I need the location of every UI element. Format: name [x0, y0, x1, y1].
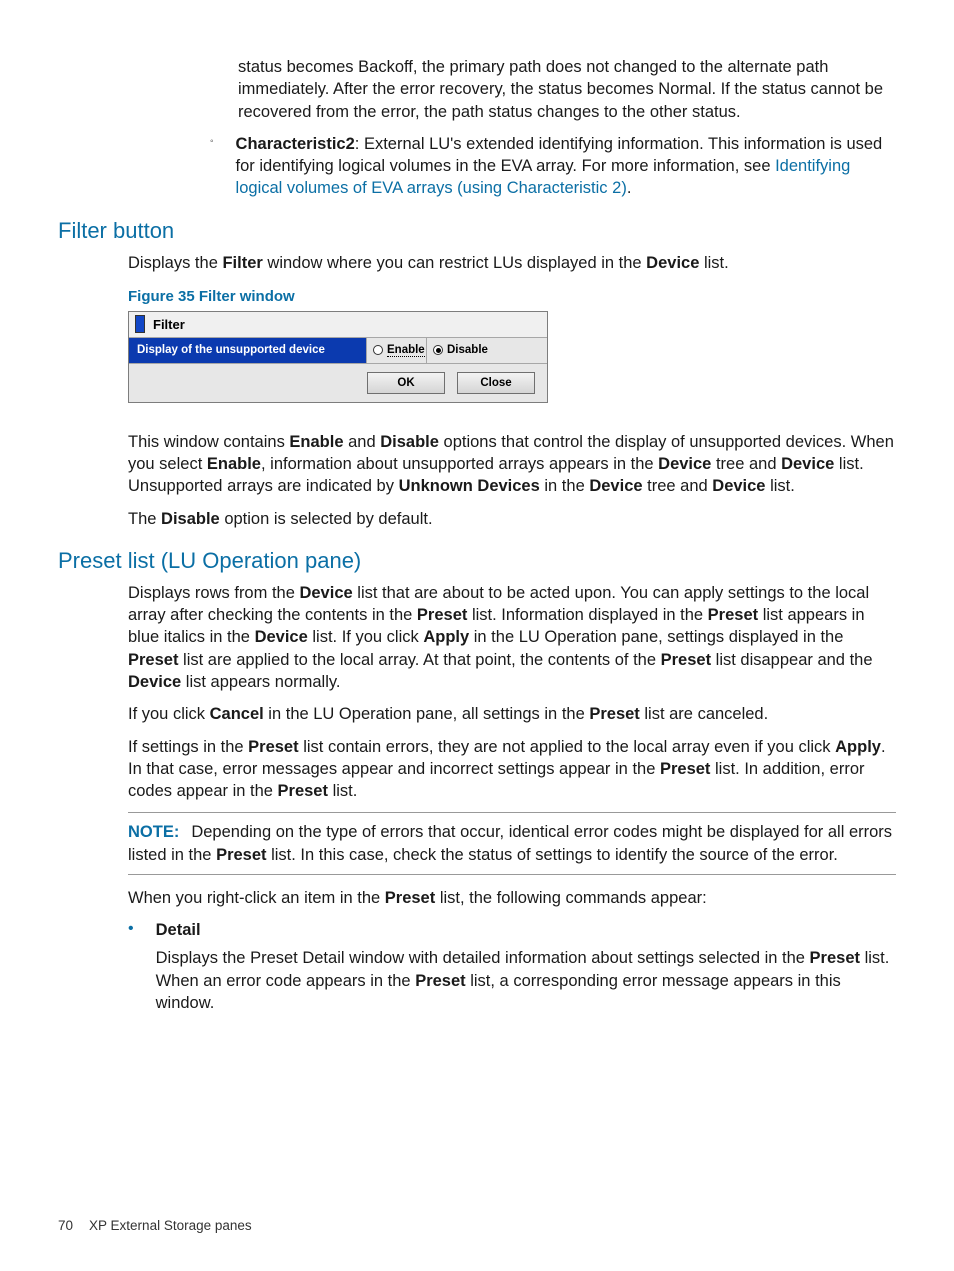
- filter-description: This window contains Enable and Disable …: [128, 431, 896, 498]
- disable-default-note: The Disable option is selected by defaul…: [128, 508, 896, 530]
- detail-label: Detail: [156, 919, 896, 941]
- page-footer: 70 XP External Storage panes: [58, 1218, 252, 1233]
- preset-p3: If settings in the Preset list contain e…: [128, 736, 896, 803]
- filter-window-figure: Filter Display of the unsupported device…: [128, 311, 548, 403]
- filter-window-title: Filter: [153, 317, 185, 332]
- filter-window-titlebar: Filter: [129, 312, 547, 338]
- bullet-icon: •: [128, 919, 134, 938]
- characteristic2-label: Characteristic2: [236, 135, 355, 153]
- figure-35-caption: Figure 35 Filter window: [128, 288, 896, 305]
- close-button[interactable]: Close: [457, 372, 535, 394]
- note-label: NOTE:: [128, 823, 179, 841]
- detail-bullet: • Detail Displays the Preset Detail wind…: [128, 919, 896, 1014]
- detail-description: Displays the Preset Detail window with d…: [156, 947, 896, 1014]
- sub-bullet-icon: ◦: [210, 133, 214, 151]
- note-box: NOTE:Depending on the type of errors tha…: [128, 812, 896, 875]
- preset-p2: If you click Cancel in the LU Operation …: [128, 703, 896, 725]
- filter-button-heading: Filter button: [58, 218, 896, 244]
- unsupported-device-label: Display of the unsupported device: [129, 338, 367, 363]
- filter-button-row: OK Close: [129, 364, 547, 402]
- enable-radio-cell[interactable]: Enable: [367, 338, 427, 363]
- right-click-intro: When you right-click an item in the Pres…: [128, 887, 896, 909]
- filter-option-row: Display of the unsupported device Enable…: [129, 338, 547, 364]
- page-number: 70: [58, 1218, 73, 1233]
- filter-intro: Displays the Filter window where you can…: [128, 252, 896, 274]
- disable-radio[interactable]: [433, 345, 443, 355]
- disable-label: Disable: [447, 344, 488, 356]
- window-icon: [135, 315, 145, 333]
- characteristic2-text: Characteristic2: External LU's extended …: [236, 133, 896, 200]
- disable-radio-cell[interactable]: Disable: [427, 338, 547, 363]
- characteristic2-item: ◦ Characteristic2: External LU's extende…: [210, 133, 896, 200]
- ok-button[interactable]: OK: [367, 372, 445, 394]
- footer-title: XP External Storage panes: [89, 1218, 252, 1233]
- enable-label: Enable: [387, 344, 425, 357]
- continued-status-paragraph: status becomes Backoff, the primary path…: [238, 56, 896, 123]
- preset-list-heading: Preset list (LU Operation pane): [58, 548, 896, 574]
- enable-radio[interactable]: [373, 345, 383, 355]
- preset-p1: Displays rows from the Device list that …: [128, 582, 896, 693]
